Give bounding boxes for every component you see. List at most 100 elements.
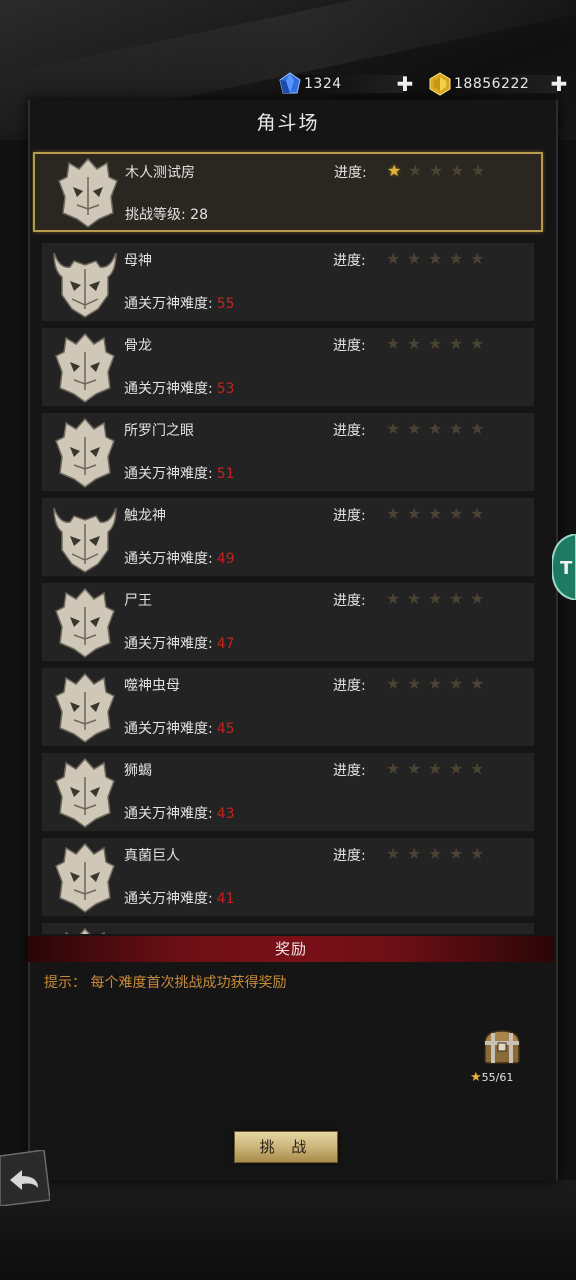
star-icon: ★: [470, 334, 485, 353]
list-item-selected[interactable]: 木人测试房 进度: ★ ★ ★ ★ ★ 挑战等级: 28: [33, 152, 543, 232]
requirement-label: 通关万神难度:: [124, 891, 213, 907]
requirement-label: 通关万神难度:: [124, 806, 213, 822]
star-icon: ★: [407, 674, 422, 693]
spiked-mask-icon: [55, 418, 115, 488]
progress-stars: ★ ★ ★ ★ ★: [386, 674, 491, 693]
star-icon: ★: [428, 249, 443, 268]
reward-tip: 提示： 每个难度首次挑战成功获得奖励: [44, 975, 287, 991]
treasure-chest-icon[interactable]: [482, 1029, 522, 1065]
star-icon: ★: [428, 419, 443, 438]
star-icon: ★: [407, 844, 422, 863]
star-icon: ★: [407, 589, 422, 608]
star-icon: ★: [429, 161, 444, 180]
gem-amount: 1324: [304, 76, 342, 92]
difficulty-value: 55: [216, 296, 235, 312]
star-icon: ★: [386, 589, 401, 608]
add-gold-button[interactable]: ✚: [550, 74, 568, 94]
background-bottom: [0, 1180, 576, 1280]
list-item[interactable]: 噬神虫母 进度: ★ ★ ★ ★ ★ 通关万神难度: 45: [42, 668, 534, 747]
list-item[interactable]: 尸王 进度: ★ ★ ★ ★ ★ 通关万神难度: 47: [42, 583, 534, 662]
requirement: 通关万神难度: 45: [124, 718, 235, 738]
star-icon: ★: [407, 249, 422, 268]
star-icon: ★: [386, 334, 401, 353]
boss-name: 尸王: [124, 593, 152, 609]
boss-name: 真菌巨人: [124, 848, 180, 864]
requirement: 通关万神难度: 55: [124, 293, 235, 313]
svg-text:T: T: [560, 558, 573, 579]
star-icon: ★: [449, 759, 464, 778]
star-icon: ★: [470, 589, 485, 608]
difficulty-value: 41: [216, 891, 235, 907]
difficulty-value: 53: [216, 381, 235, 397]
gem-currency: 1324 ✚: [278, 72, 414, 96]
requirement-label: 通关万神难度:: [124, 721, 213, 737]
star-count: 55/61: [481, 1071, 514, 1084]
list-item[interactable]: [42, 923, 534, 934]
list-item[interactable]: 所罗门之眼 进度: ★ ★ ★ ★ ★ 通关万神难度: 51: [42, 413, 534, 492]
requirement-label: 通关万神难度:: [124, 296, 213, 312]
gold-gem-icon: [429, 72, 451, 96]
star-icon: ★: [449, 674, 464, 693]
page-title: 角斗场: [256, 112, 320, 134]
list-item[interactable]: 母神 进度: ★ ★ ★ ★ ★ 通关万神难度: 55: [42, 243, 534, 322]
progress-stars: ★ ★ ★ ★ ★: [386, 759, 491, 778]
list-item[interactable]: 真菌巨人 进度: ★ ★ ★ ★ ★ 通关万神难度: 41: [42, 838, 534, 917]
difficulty-value: 51: [216, 466, 235, 482]
progress-label: 进度:: [333, 423, 366, 439]
star-icon: ★: [470, 759, 485, 778]
star-icon: ★: [386, 504, 401, 523]
boss-name: 母神: [124, 253, 152, 269]
difficulty-value: 49: [216, 551, 235, 567]
star-icon: ★: [407, 419, 422, 438]
star-icon: ★: [428, 759, 443, 778]
progress-label: 进度:: [334, 165, 367, 181]
star-icon: ★: [407, 504, 422, 523]
side-float-button[interactable]: T: [552, 534, 576, 600]
star-icon: ★: [450, 161, 465, 180]
back-arrow-icon[interactable]: [0, 1150, 50, 1206]
add-gems-button[interactable]: ✚: [396, 74, 414, 94]
star-icon: ★: [428, 674, 443, 693]
challenge-button[interactable]: 挑 战: [234, 1131, 338, 1163]
progress-label: 进度:: [333, 848, 366, 864]
list-item[interactable]: 触龙神 进度: ★ ★ ★ ★ ★ 通关万神难度: 49: [42, 498, 534, 577]
star-icon: ★: [449, 249, 464, 268]
boss-name: 木人测试房: [125, 165, 195, 181]
spiked-mask-icon: [55, 758, 115, 828]
progress-label: 进度:: [333, 763, 366, 779]
star-icon: ★: [386, 249, 401, 268]
spiked-mask-icon: [55, 588, 115, 658]
challenge-level: 28: [190, 207, 208, 223]
boss-list[interactable]: 木人测试房 进度: ★ ★ ★ ★ ★ 挑战等级: 28 母神 进度: ★ ★ ★ ★ ★ 通关…: [32, 148, 548, 934]
difficulty-value: 45: [216, 721, 235, 737]
progress-stars: ★ ★ ★ ★ ★: [386, 844, 491, 863]
star-icon: ★: [449, 504, 464, 523]
requirement: 通关万神难度: 47: [124, 633, 235, 653]
requirement-label: 挑战等级:: [125, 207, 186, 223]
blue-gem-icon: [279, 72, 301, 94]
progress-label: 进度:: [333, 508, 366, 524]
star-icon: ★: [470, 249, 485, 268]
boss-name: 触龙神: [124, 508, 166, 524]
star-icon: ★: [386, 844, 401, 863]
star-icon: ★: [470, 674, 485, 693]
star-icon: ★: [428, 844, 443, 863]
star-icon: ★: [386, 674, 401, 693]
spiked-mask-icon: [55, 673, 115, 743]
horned-mask-icon: [53, 252, 117, 318]
spiked-mask-icon: [55, 928, 115, 934]
progress-stars: ★ ★ ★ ★ ★: [386, 504, 491, 523]
spiked-mask-icon: [58, 157, 118, 228]
list-item[interactable]: 骨龙 进度: ★ ★ ★ ★ ★ 通关万神难度: 53: [42, 328, 534, 407]
progress-stars: ★ ★ ★ ★ ★: [386, 419, 491, 438]
star-icon: ★: [470, 1070, 482, 1085]
star-total: ★55/61: [470, 1070, 513, 1085]
spiked-mask-icon: [55, 333, 115, 403]
list-item[interactable]: 狮蝎 进度: ★ ★ ★ ★ ★ 通关万神难度: 43: [42, 753, 534, 832]
star-icon: ★: [449, 844, 464, 863]
progress-label: 进度:: [333, 678, 366, 694]
star-icon: ★: [387, 161, 402, 180]
requirement: 通关万神难度: 49: [124, 548, 235, 568]
star-icon: ★: [470, 504, 485, 523]
progress-stars: ★ ★ ★ ★ ★: [387, 161, 492, 180]
